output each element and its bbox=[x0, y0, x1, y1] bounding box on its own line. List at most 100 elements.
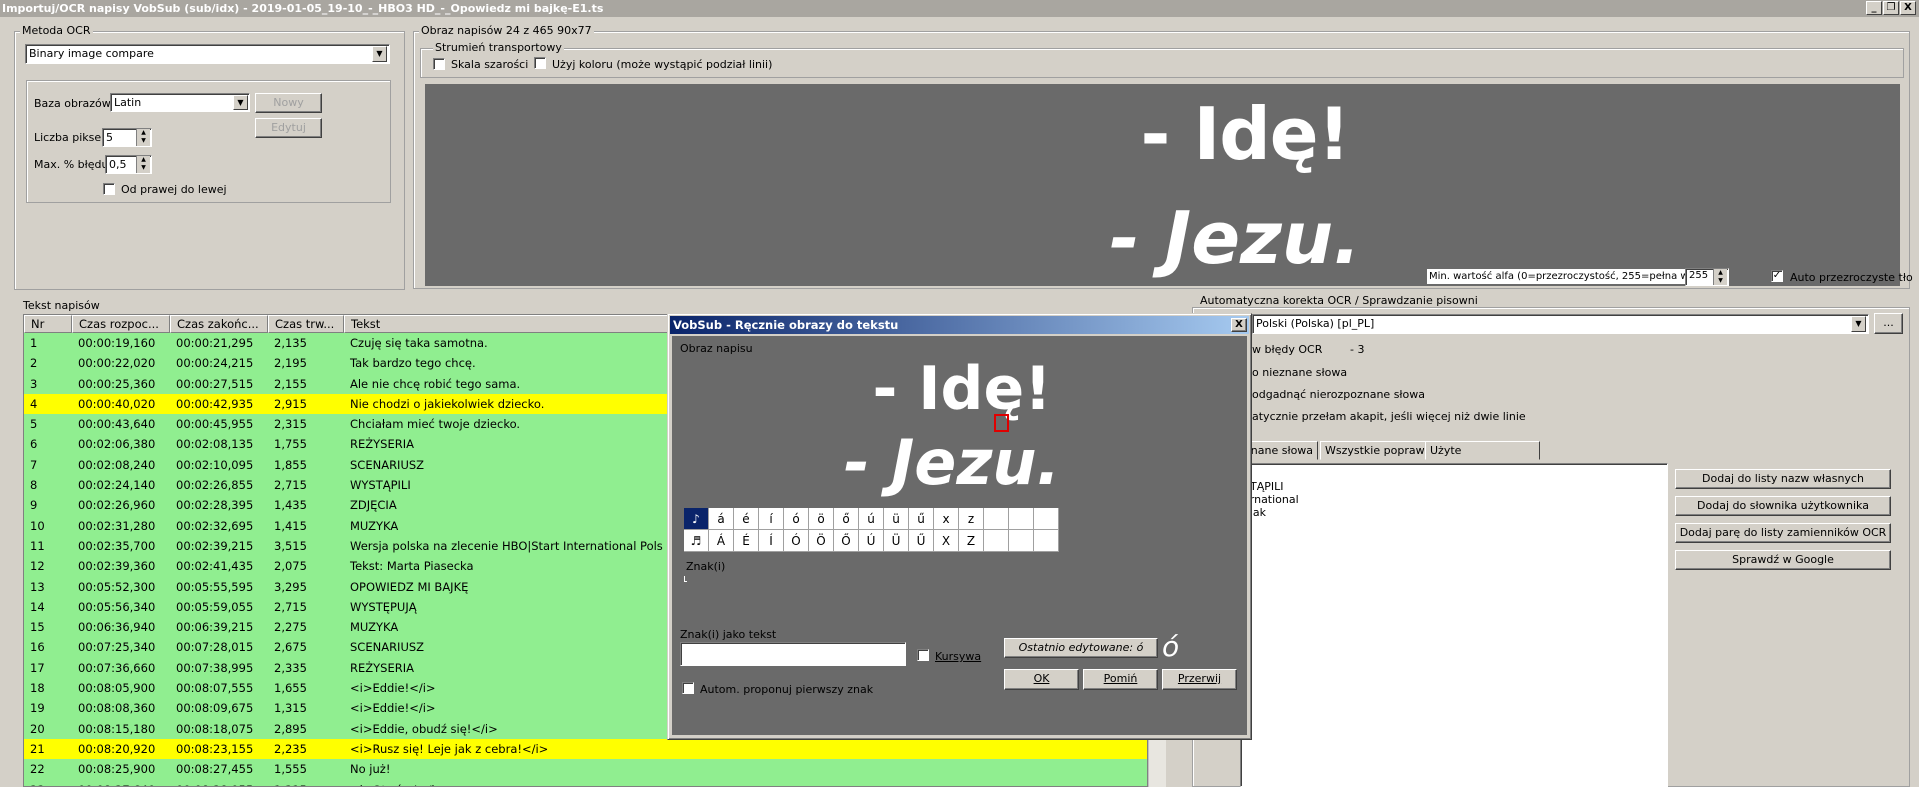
char-button[interactable]: ♪ bbox=[684, 508, 709, 530]
char-button[interactable]: Z bbox=[959, 530, 984, 552]
google-search-button[interactable]: Sprawdź w Google bbox=[1675, 550, 1891, 570]
add-ocr-pair-button[interactable]: Dodaj parę do listy zamienników OCR bbox=[1675, 523, 1891, 543]
list-item[interactable]: ejak bbox=[1243, 506, 1665, 519]
cell-end: 00:08:09,675 bbox=[176, 701, 254, 716]
char-button[interactable]: ♬ bbox=[684, 530, 709, 552]
char-button[interactable]: z bbox=[959, 508, 984, 530]
cell-start: 00:02:06,380 bbox=[78, 437, 156, 452]
list-item[interactable]: ernational bbox=[1243, 493, 1665, 506]
minimize-button[interactable]: _ bbox=[1866, 1, 1882, 15]
tab-all-fixes[interactable]: Wszystkie poprawki bbox=[1320, 441, 1440, 460]
abort-button[interactable]: Przerwij bbox=[1162, 669, 1237, 690]
last-edited-button[interactable]: Ostatnio edytowane: ó bbox=[1004, 638, 1158, 658]
cell-nr: 17 bbox=[30, 660, 45, 675]
edit-db-button[interactable]: Edytuj bbox=[255, 118, 322, 138]
column-duration[interactable]: Czas trw... bbox=[268, 315, 344, 333]
column-end[interactable]: Czas zakońc... bbox=[170, 315, 268, 333]
spin-arrows-icon[interactable]: ▲ ▼ bbox=[1713, 269, 1727, 285]
char-button[interactable]: ú bbox=[859, 508, 884, 530]
char-button[interactable]: Ű bbox=[909, 530, 934, 552]
option-auto-break[interactable]: atycznie przełam akapit, jeśli więcej ni… bbox=[1252, 410, 1526, 423]
column-nr[interactable]: Nr bbox=[24, 315, 72, 333]
unknown-words-list[interactable]: STĄPILI ernational ejak bbox=[1240, 463, 1668, 787]
dialog-close-button[interactable]: X bbox=[1231, 318, 1247, 332]
char-button[interactable]: É bbox=[734, 530, 759, 552]
italic-checkbox[interactable] bbox=[917, 649, 929, 661]
char-button[interactable]: ü bbox=[884, 508, 909, 530]
table-row[interactable]: 21 00:08:20,920 00:08:23,155 2,235 <i>Rusz s… bbox=[24, 738, 1147, 760]
table-row[interactable]: 2300:08:27,64000:08:28,9551,315<i>Otwórz… bbox=[24, 779, 1147, 786]
char-button[interactable]: ő bbox=[834, 508, 859, 530]
close-button[interactable]: X bbox=[1900, 1, 1916, 15]
chevron-down-icon[interactable]: ▼ bbox=[233, 95, 248, 110]
cell-dur: 1,855 bbox=[274, 457, 307, 472]
use-color-checkbox[interactable] bbox=[534, 57, 546, 69]
spin-arrows-icon[interactable]: ▲ ▼ bbox=[136, 156, 150, 173]
ocr-method-select[interactable]: Binary image compare bbox=[25, 44, 390, 64]
option-unknown-words[interactable]: o nieznane słowa bbox=[1252, 366, 1347, 379]
cell-start: 00:08:27,640 bbox=[72, 780, 170, 786]
image-db-select[interactable]: Latin bbox=[110, 93, 250, 112]
char-button[interactable]: Á bbox=[709, 530, 734, 552]
char-button[interactable] bbox=[1009, 530, 1034, 552]
grayscale-checkbox[interactable] bbox=[433, 58, 445, 70]
char-button[interactable]: ö bbox=[809, 508, 834, 530]
add-names-button[interactable]: Dodaj do listy nazw własnych bbox=[1675, 469, 1891, 489]
cell-dur: 1,755 bbox=[274, 437, 307, 452]
char-button[interactable]: ű bbox=[909, 508, 934, 530]
char-button[interactable]: í bbox=[759, 508, 784, 530]
rtl-checkbox[interactable] bbox=[103, 183, 115, 195]
ocr-method-legend: Metoda OCR bbox=[20, 24, 93, 37]
new-db-button[interactable]: Nowy bbox=[255, 93, 322, 113]
dictionary-more-button[interactable]: ... bbox=[1874, 313, 1903, 334]
char-button[interactable] bbox=[1034, 508, 1059, 530]
autosuggest-checkbox[interactable] bbox=[682, 682, 694, 694]
cell-dur: 2,155 bbox=[274, 376, 307, 391]
table-row[interactable]: 22 00:08:25,900 00:08:27,455 1,555 No już! bbox=[24, 759, 1147, 780]
char-button[interactable] bbox=[1009, 508, 1034, 530]
autocorrect-legend: Automatyczna korekta OCR / Sprawdzanie p… bbox=[1198, 294, 1480, 307]
cell-nr: 1 bbox=[30, 336, 38, 350]
cell-dur: 2,315 bbox=[274, 417, 307, 432]
char-button[interactable]: Ó bbox=[784, 530, 809, 552]
maximize-button[interactable]: ❐ bbox=[1883, 1, 1899, 15]
char-row-1: ♪ á é í ó ö ő ú ü ű x z bbox=[684, 508, 1059, 530]
char-button[interactable]: Ü bbox=[884, 530, 909, 552]
char-button[interactable]: x bbox=[934, 508, 959, 530]
skip-button[interactable]: Pomiń bbox=[1083, 669, 1158, 690]
chevron-down-icon[interactable]: ▼ bbox=[372, 46, 387, 62]
char-button[interactable]: X bbox=[934, 530, 959, 552]
cell-start: 00:08:05,900 bbox=[78, 681, 156, 696]
max-error-value: 0,5 bbox=[109, 158, 127, 171]
char-button[interactable] bbox=[984, 508, 1009, 530]
char-button[interactable]: é bbox=[734, 508, 759, 530]
tab-used-guesses[interactable]: Użyte przypuszczenia bbox=[1425, 441, 1540, 475]
char-button[interactable]: á bbox=[709, 508, 734, 530]
ok-button[interactable]: OK bbox=[1004, 669, 1079, 690]
char-button[interactable]: Í bbox=[759, 530, 784, 552]
spin-arrows-icon[interactable]: ▲ ▼ bbox=[136, 129, 150, 146]
cell-nr: 8 bbox=[30, 478, 38, 493]
cell-start: 00:08:20,920 bbox=[78, 741, 156, 756]
column-start[interactable]: Czas rozpoc... bbox=[72, 315, 170, 333]
cell-start: 00:00:19,160 bbox=[78, 336, 156, 350]
char-button[interactable] bbox=[1034, 530, 1059, 552]
dictionary-select[interactable]: Polski (Polska) [pl_PL] bbox=[1252, 314, 1869, 334]
char-button[interactable]: Ú bbox=[859, 530, 884, 552]
list-item[interactable]: STĄPILI bbox=[1243, 480, 1665, 493]
cell-start: 00:02:24,140 bbox=[78, 478, 156, 493]
char-button[interactable]: Ö bbox=[809, 530, 834, 552]
char-button[interactable]: ó bbox=[784, 508, 809, 530]
char-button[interactable]: Ő bbox=[834, 530, 859, 552]
rtl-label: Od prawej do lewej bbox=[121, 183, 227, 196]
char-button[interactable] bbox=[984, 530, 1009, 552]
option-guess-words[interactable]: odgadnąć nierozpoznane słowa bbox=[1252, 388, 1425, 401]
auto-transparent-checkbox[interactable]: ✓ bbox=[1771, 270, 1783, 282]
cell-dur: 2,915 bbox=[274, 396, 307, 411]
add-user-dict-button[interactable]: Dodaj do słownika użytkownika bbox=[1675, 496, 1891, 516]
as-text-input[interactable] bbox=[680, 642, 906, 666]
chevron-down-icon[interactable]: ▼ bbox=[1851, 316, 1866, 332]
grayscale-label: Skala szarości bbox=[451, 58, 529, 71]
cell-start: 00:00:25,360 bbox=[78, 376, 156, 391]
autocorrect-tabs: znane słowa Wszystkie poprawki Użyte prz… bbox=[1240, 441, 1540, 475]
